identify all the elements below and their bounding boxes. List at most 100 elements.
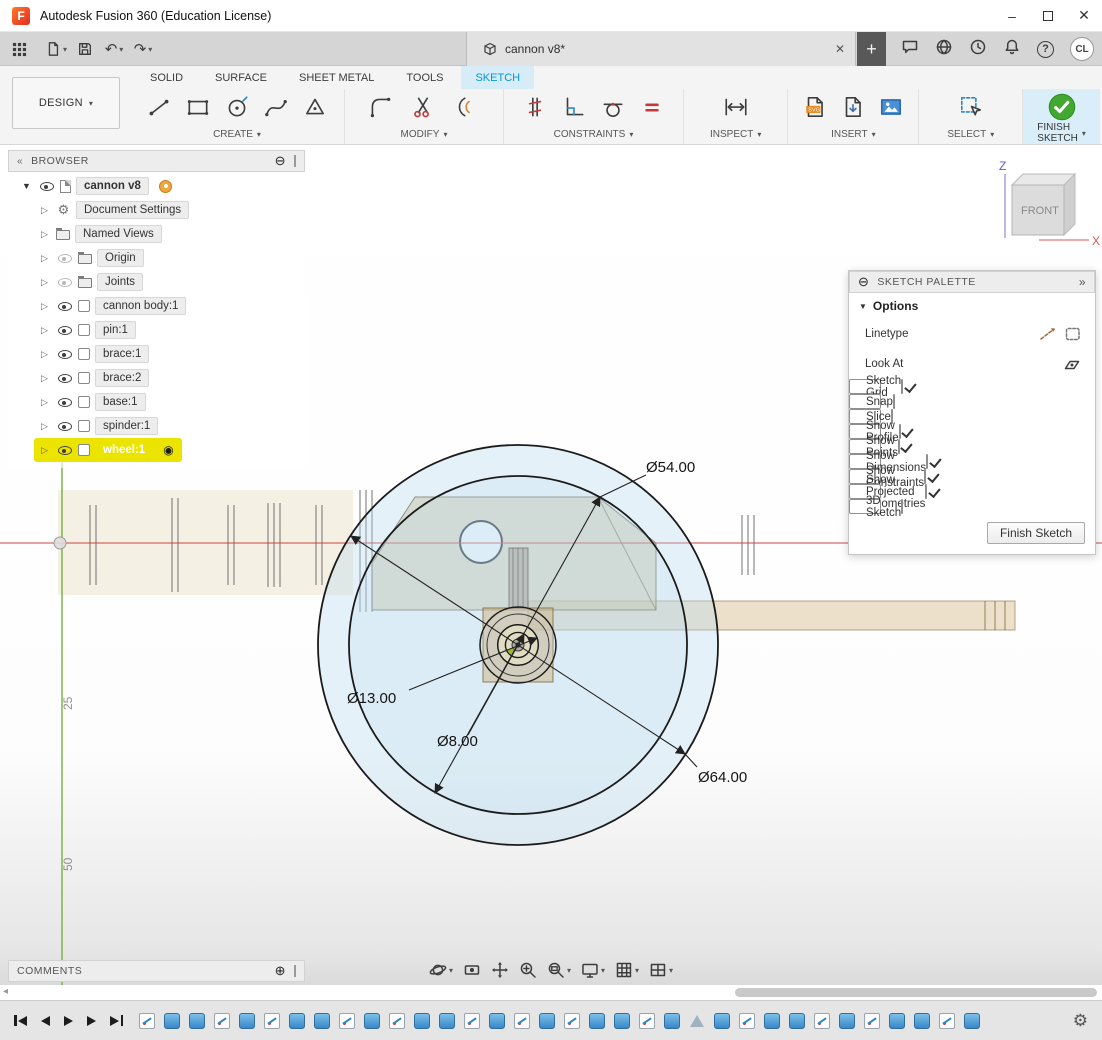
timeline-feature-icon[interactable] bbox=[214, 1013, 230, 1029]
expand-arrow-icon[interactable] bbox=[38, 349, 51, 360]
timeline-feature-icon[interactable] bbox=[689, 1013, 705, 1029]
visibility-eye-icon[interactable] bbox=[56, 394, 73, 410]
viewcube-front-face[interactable]: FRONT bbox=[1021, 205, 1059, 217]
modify-dropdown[interactable]: MODIFY bbox=[401, 129, 448, 140]
browser-item[interactable]: brace:2 bbox=[8, 366, 305, 390]
expand-arrow-icon[interactable] bbox=[38, 421, 51, 432]
insert-svg-button[interactable]: SVG bbox=[802, 94, 828, 120]
finish-sketch-dropdown[interactable]: FINISH SKETCH bbox=[1037, 122, 1086, 144]
expand-arrow-icon[interactable] bbox=[38, 205, 51, 216]
redo-button[interactable]: ↷ bbox=[130, 32, 156, 66]
visibility-eye-icon[interactable] bbox=[56, 298, 73, 314]
timeline-feature-icon[interactable] bbox=[139, 1013, 155, 1029]
timeline-feature-icon[interactable] bbox=[314, 1013, 330, 1029]
minimize-panel-icon[interactable]: ⊖ bbox=[275, 153, 286, 169]
expand-arrow-icon[interactable] bbox=[38, 277, 51, 288]
user-avatar[interactable]: CL bbox=[1070, 37, 1094, 61]
select-tool-button[interactable] bbox=[958, 94, 984, 120]
equal-constraint-button[interactable] bbox=[639, 94, 665, 120]
visibility-eye-icon[interactable] bbox=[56, 274, 73, 290]
rectangle-tool-button[interactable] bbox=[185, 94, 211, 120]
step-forward-button[interactable] bbox=[87, 1016, 96, 1026]
browser-item[interactable]: brace:1 bbox=[8, 342, 305, 366]
expand-arrow-icon[interactable] bbox=[38, 253, 51, 264]
skip-to-end-button[interactable] bbox=[110, 1015, 123, 1026]
palette-checkbox[interactable] bbox=[901, 499, 903, 514]
skip-to-start-button[interactable] bbox=[14, 1015, 27, 1026]
insert-image-button[interactable] bbox=[878, 94, 904, 120]
item-label[interactable]: Joints bbox=[97, 273, 143, 291]
browser-item[interactable]: Joints bbox=[8, 270, 305, 294]
spline-tool-button[interactable] bbox=[263, 94, 289, 120]
timeline-feature-icon[interactable] bbox=[189, 1013, 205, 1029]
insert-dxf-button[interactable] bbox=[840, 94, 866, 120]
timeline-feature-icon[interactable] bbox=[814, 1013, 830, 1029]
fillet-tool-button[interactable] bbox=[367, 94, 393, 120]
timeline-feature-icon[interactable] bbox=[889, 1013, 905, 1029]
timeline-feature-icon[interactable] bbox=[764, 1013, 780, 1029]
document-tab[interactable]: cannon v8* ✕ bbox=[466, 32, 856, 66]
timeline-feature-icon[interactable] bbox=[489, 1013, 505, 1029]
add-comment-icon[interactable]: ⊕ bbox=[275, 963, 286, 979]
options-section-header[interactable]: ▼ Options bbox=[849, 293, 1095, 319]
document-tab-close-icon[interactable]: ✕ bbox=[835, 42, 845, 56]
step-back-button[interactable] bbox=[41, 1016, 50, 1026]
visibility-eye-icon[interactable] bbox=[56, 322, 73, 338]
grid-settings-button[interactable] bbox=[615, 961, 639, 979]
new-tab-button[interactable]: + bbox=[857, 32, 886, 66]
dimension-64-label[interactable]: Ø64.00 bbox=[698, 769, 747, 786]
constraints-dropdown[interactable]: CONSTRAINTS bbox=[554, 129, 634, 140]
timeline-feature-icon[interactable] bbox=[964, 1013, 980, 1029]
browser-item[interactable]: Named Views bbox=[8, 222, 305, 246]
timeline-feature-icon[interactable] bbox=[614, 1013, 630, 1029]
item-label[interactable]: base:1 bbox=[95, 393, 146, 411]
browser-item[interactable]: spinder:1 bbox=[8, 414, 305, 438]
browser-item[interactable]: pin:1 bbox=[8, 318, 305, 342]
timeline-feature-icon[interactable] bbox=[914, 1013, 930, 1029]
timeline-feature-icon[interactable] bbox=[264, 1013, 280, 1029]
select-dropdown[interactable]: SELECT bbox=[947, 129, 994, 140]
visibility-eye-icon[interactable] bbox=[56, 250, 73, 266]
timeline-feature-icon[interactable] bbox=[514, 1013, 530, 1029]
look-at-nav-button[interactable] bbox=[463, 961, 481, 979]
ribbon-tab[interactable]: SHEET METAL bbox=[285, 66, 388, 89]
minimize-button[interactable]: – bbox=[994, 0, 1030, 32]
workspace-selector[interactable]: DESIGN bbox=[12, 77, 120, 129]
measure-tool-button[interactable] bbox=[723, 94, 749, 120]
timeline-settings-gear-icon[interactable]: ⚙ bbox=[1073, 1011, 1088, 1031]
help-button[interactable]: ? bbox=[1037, 41, 1054, 58]
item-label[interactable]: wheel:1 bbox=[95, 441, 153, 459]
browser-item[interactable]: Document Settings bbox=[8, 198, 305, 222]
insert-dropdown[interactable]: INSERT bbox=[831, 129, 876, 140]
timeline-feature-icon[interactable] bbox=[564, 1013, 580, 1029]
expand-arrow-icon[interactable] bbox=[38, 397, 51, 408]
web-home-button[interactable] bbox=[935, 38, 953, 61]
item-label[interactable]: Document Settings bbox=[76, 201, 189, 219]
visibility-eye-icon[interactable] bbox=[56, 418, 73, 434]
timeline-feature-icon[interactable] bbox=[414, 1013, 430, 1029]
timeline-feature-icon[interactable] bbox=[439, 1013, 455, 1029]
app-grid-button[interactable] bbox=[6, 32, 32, 66]
timeline-feature-icon[interactable] bbox=[939, 1013, 955, 1029]
scroll-left-icon[interactable]: ◂ bbox=[3, 986, 8, 997]
dimension-13-label[interactable]: Ø13.00 bbox=[347, 690, 396, 707]
dimension-8-label[interactable]: Ø8.00 bbox=[437, 733, 478, 750]
save-button[interactable] bbox=[72, 32, 98, 66]
orbit-button[interactable] bbox=[429, 961, 453, 979]
zoom-button[interactable] bbox=[519, 961, 537, 979]
timeline-feature-icon[interactable] bbox=[589, 1013, 605, 1029]
item-label[interactable]: spinder:1 bbox=[95, 417, 158, 435]
browser-item[interactable]: wheel:1 bbox=[34, 438, 182, 462]
zoom-window-button[interactable] bbox=[547, 961, 571, 979]
viewports-button[interactable] bbox=[649, 961, 673, 979]
linetype-buttons[interactable] bbox=[1039, 327, 1081, 341]
timeline-feature-icon[interactable] bbox=[864, 1013, 880, 1029]
perpendicular-constraint-button[interactable] bbox=[561, 94, 587, 120]
activate-component-radio-icon[interactable] bbox=[163, 444, 173, 456]
polygon-tool-button[interactable] bbox=[302, 94, 328, 120]
circle-tool-button[interactable] bbox=[224, 94, 250, 120]
ribbon-tab[interactable]: SKETCH bbox=[461, 66, 534, 89]
timeline-feature-icon[interactable] bbox=[239, 1013, 255, 1029]
timeline-feature-icon[interactable] bbox=[789, 1013, 805, 1029]
ribbon-tab[interactable]: TOOLS bbox=[392, 66, 457, 89]
